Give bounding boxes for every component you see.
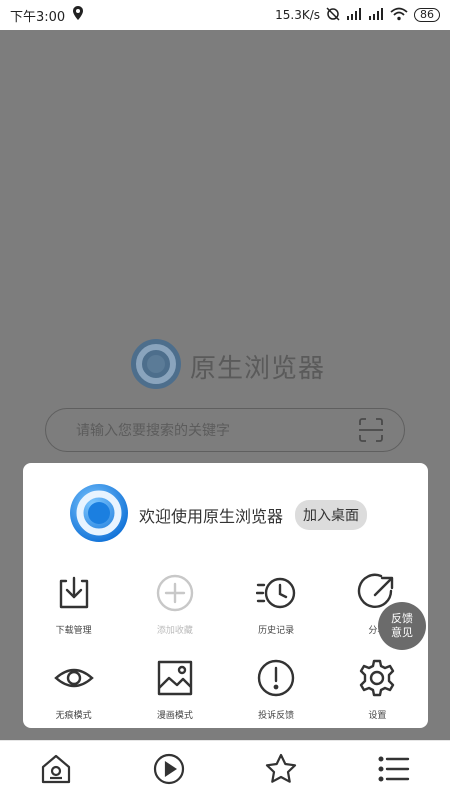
comic-image-icon [155,658,195,698]
settings-gear-icon [357,658,397,698]
menu-item-label: 历史记录 [258,626,295,636]
menu-item-label: 添加收藏 [156,626,193,636]
add-favorite-icon [155,573,195,613]
menu-icon [377,752,411,790]
history-icon [255,573,296,613]
network-speed: 15.3K/s [275,8,320,22]
search-placeholder: 请输入您要搜索的关键字 [76,423,230,439]
brand: 原生浏览器 [130,338,325,394]
feedback-line2: 意见 [391,626,413,639]
signal-hd-icon [346,7,362,23]
search-input[interactable]: 请输入您要搜索的关键字 [45,408,405,452]
menu-grid: 下载管理 添加收藏 历史记录 分享 无痕模式 漫画模式 投诉反馈 设置 [23,573,428,743]
menu-item-label: 下载管理 [55,626,92,636]
menu-item-incognito[interactable]: 无痕模式 [23,658,124,743]
feedback-float-button[interactable]: 反馈 意见 [378,602,426,650]
wifi-icon [390,7,408,24]
bottom-nav [0,740,450,800]
alarm-off-icon [326,6,340,24]
scan-icon[interactable] [356,415,386,445]
location-icon [71,5,85,25]
menu-item-add-favorite[interactable]: 添加收藏 [124,573,225,658]
menu-item-download[interactable]: 下载管理 [23,573,124,658]
browser-logo-icon [69,483,129,547]
nav-home-button[interactable] [31,746,81,796]
menu-item-settings[interactable]: 设置 [327,658,428,743]
browser-logo-icon [130,338,182,394]
menu-item-label: 无痕模式 [55,711,92,721]
battery-indicator: 86 [414,8,440,22]
menu-item-label: 漫画模式 [156,711,193,721]
nav-favorites-button[interactable] [256,746,306,796]
home-icon [39,752,73,790]
menu-item-history[interactable]: 历史记录 [226,573,327,658]
star-icon [264,752,298,790]
complaint-icon [256,658,296,698]
play-icon [152,752,186,790]
status-time: 下午3:00 [10,9,66,25]
status-bar: 下午3:00 15.3K/s 86 [0,0,450,30]
download-icon [54,573,94,613]
incognito-eye-icon [53,658,94,698]
brand-name: 原生浏览器 [190,353,326,384]
menu-item-label: 设置 [368,711,387,721]
menu-item-comic-mode[interactable]: 漫画模式 [124,658,225,743]
signal-icon [368,7,384,23]
feedback-line1: 反馈 [391,612,413,625]
welcome-text: 欢迎使用原生浏览器 [139,507,284,526]
menu-popup: 欢迎使用原生浏览器 加入桌面 下载管理 添加收藏 历史记录 分享 无痕模式 漫画… [23,463,428,728]
menu-item-label: 投诉反馈 [258,711,295,721]
add-to-desktop-button[interactable]: 加入桌面 [295,500,368,530]
nav-video-button[interactable] [144,746,194,796]
menu-item-complaint[interactable]: 投诉反馈 [226,658,327,743]
nav-menu-button[interactable] [369,746,419,796]
welcome-row: 欢迎使用原生浏览器 加入桌面 [69,483,368,547]
